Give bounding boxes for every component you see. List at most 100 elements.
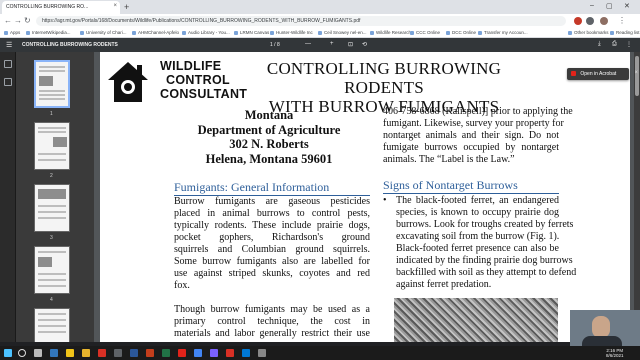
app-icon[interactable]	[98, 349, 106, 357]
page-thumbnail[interactable]	[34, 184, 70, 232]
bookmark[interactable]: University of Chari...	[80, 30, 127, 35]
page-thumbnail[interactable]	[34, 122, 70, 170]
thumbnail-panel[interactable]: 1 2 3 4 5	[16, 52, 94, 342]
text-line: typically rodents. These include prairie…	[174, 220, 370, 231]
address-block: Montana Department of Agriculture 302 N.…	[170, 108, 368, 166]
address-line: Helena, Montana 59601	[205, 151, 333, 166]
app-icon[interactable]	[226, 349, 234, 357]
minimize-icon[interactable]: –	[590, 2, 594, 9]
taskbar: 2:16 PM 8/6/2021	[0, 346, 640, 360]
edge-icon[interactable]	[50, 349, 58, 357]
app-icon[interactable]	[210, 349, 218, 357]
webcam-overlay	[570, 310, 640, 346]
back-icon[interactable]: ←	[4, 16, 12, 26]
close-icon[interactable]: ×	[634, 70, 638, 76]
address-line: Department of Agriculture	[197, 122, 341, 137]
app-icon[interactable]	[114, 349, 122, 357]
vertical-scrollbar[interactable]	[634, 52, 640, 342]
text-line: Some burrow fumigants also are labelled …	[174, 256, 370, 267]
section-rule	[383, 193, 559, 194]
tab-strip: CONTROLLING BURROWING RO... × + – ▢ ✕	[0, 0, 640, 14]
app-icon[interactable]	[258, 349, 266, 357]
bookmark[interactable]: CCC Online	[410, 30, 440, 35]
text-line: pocket gophers, Richardson's ground	[174, 232, 370, 243]
outline-view-icon[interactable]	[4, 78, 12, 86]
extensions-puzzle-icon[interactable]	[586, 17, 594, 25]
file-explorer-icon[interactable]	[66, 349, 74, 357]
bookmark[interactable]: LRMN Canvas	[234, 30, 269, 35]
powerpoint-icon[interactable]	[146, 349, 154, 357]
acrobat-button-label: Open in Acrobat	[580, 71, 617, 77]
close-window-icon[interactable]: ✕	[624, 2, 630, 10]
bookmark[interactable]: Reading list	[610, 30, 640, 35]
download-icon[interactable]: ⤓	[598, 41, 601, 48]
text-line: primary control technique, the cost in	[174, 316, 370, 327]
bookmark[interactable]: AHMChannel-Apfelo	[132, 30, 179, 35]
sidebar-menu-icon[interactable]: ☰	[6, 41, 12, 49]
current-page[interactable]: 1	[270, 42, 273, 48]
bookmark[interactable]: DCC Online	[446, 30, 476, 35]
bookmarks-bar: Apps InternetWikipedia... University of …	[0, 28, 640, 38]
bookmark[interactable]: Apps	[4, 30, 20, 35]
thumbnails-view-icon[interactable]	[4, 60, 12, 68]
app-icon[interactable]	[82, 349, 90, 357]
reload-icon[interactable]: ↻	[24, 16, 31, 26]
print-icon[interactable]: ⎙	[612, 41, 617, 48]
total-pages: 8	[276, 42, 280, 48]
pdf-page: WILDLIFE CONTROL CONSULTANT CONTROLLING …	[100, 52, 630, 342]
extension-icon[interactable]	[574, 17, 582, 25]
bookmark[interactable]: Wildlife Research	[370, 30, 411, 35]
house-logo-icon	[108, 62, 148, 102]
task-view-icon[interactable]	[34, 349, 42, 357]
search-icon[interactable]	[18, 349, 26, 357]
bookmark[interactable]: Transfer my Accoun...	[478, 30, 528, 35]
acrobat-icon[interactable]	[178, 349, 186, 357]
text-line: 406-758-6868 (Kalispell)] prior to apply…	[383, 106, 573, 117]
zoom-out-icon[interactable]: —	[305, 41, 311, 47]
scrollbar-thumb[interactable]	[635, 56, 639, 96]
text-line: fumigant. Likewise, survey your property…	[383, 118, 564, 129]
url-bar[interactable]: https://agr.mt.gov/Portals/168/Documents…	[36, 16, 566, 26]
bookmark[interactable]: Hunter-Wildlife Inc	[270, 30, 313, 35]
address-row: ← → ↻ https://agr.mt.gov/Portals/168/Doc…	[0, 14, 640, 28]
more-options-icon[interactable]: ⋮	[626, 41, 632, 48]
browser-tab[interactable]: CONTROLLING BURROWING RO... ×	[2, 1, 120, 14]
new-tab-icon[interactable]: +	[124, 2, 129, 12]
text-line: animals. The “Label is the Law.”	[383, 154, 515, 165]
app-icon[interactable]	[242, 349, 250, 357]
forward-icon[interactable]: →	[14, 16, 22, 26]
profile-avatar-icon[interactable]	[600, 17, 608, 25]
section-heading: Fumigants: General Information	[174, 180, 330, 194]
zoom-in-icon[interactable]: +	[330, 41, 334, 47]
bookmark[interactable]: InternetWikipedia...	[26, 30, 71, 35]
pdf-toolbar: ☰ CONTROLLING BURROWING RODENTS 1 / 8 — …	[0, 38, 640, 52]
figure-photo	[394, 298, 558, 342]
screen: CONTROLLING BURROWING RO... × + – ▢ ✕ ← …	[0, 0, 640, 360]
close-tab-icon[interactable]: ×	[113, 3, 117, 9]
start-icon[interactable]	[4, 349, 12, 357]
page-thumbnail[interactable]	[34, 308, 70, 342]
excel-icon[interactable]	[162, 349, 170, 357]
pdf-viewer[interactable]: WILDLIFE CONTROL CONSULTANT CONTROLLING …	[94, 52, 640, 342]
bookmark[interactable]: Other bookmarks	[568, 30, 609, 35]
open-in-acrobat-button[interactable]: Open in Acrobat ×	[567, 68, 638, 80]
page-thumbnail[interactable]	[34, 246, 70, 294]
system-clock[interactable]: 2:16 PM 8/6/2021	[606, 348, 624, 358]
fit-page-icon[interactable]: ⊡	[348, 41, 353, 48]
bookmark[interactable]: Ceil Snowey nel-en...	[318, 30, 367, 35]
text-line: indicated by the finding prairie dog bur…	[396, 255, 573, 266]
pdf-title: CONTROLLING BURROWING RODENTS	[22, 42, 118, 48]
text-line: fumigate burrows occupied by nontarget	[383, 142, 559, 153]
rotate-icon[interactable]: ⟲	[362, 41, 367, 48]
text-line: squirrels and Columbian ground squirrels…	[174, 244, 370, 255]
thumbnail-number: 2	[50, 173, 53, 179]
page-indicator[interactable]: 1 / 8	[270, 42, 280, 48]
bookmark[interactable]: Audio Library - You...	[182, 30, 230, 35]
chrome-icon[interactable]	[194, 349, 202, 357]
page-thumbnail[interactable]	[34, 60, 70, 108]
browser-menu-icon[interactable]: ⋮	[618, 16, 626, 26]
word-icon[interactable]	[130, 349, 138, 357]
maximize-icon[interactable]: ▢	[606, 2, 613, 10]
bullet-paragraph: The black-footed ferret, an endangered s…	[396, 195, 576, 291]
text-line: fox.	[174, 280, 190, 291]
